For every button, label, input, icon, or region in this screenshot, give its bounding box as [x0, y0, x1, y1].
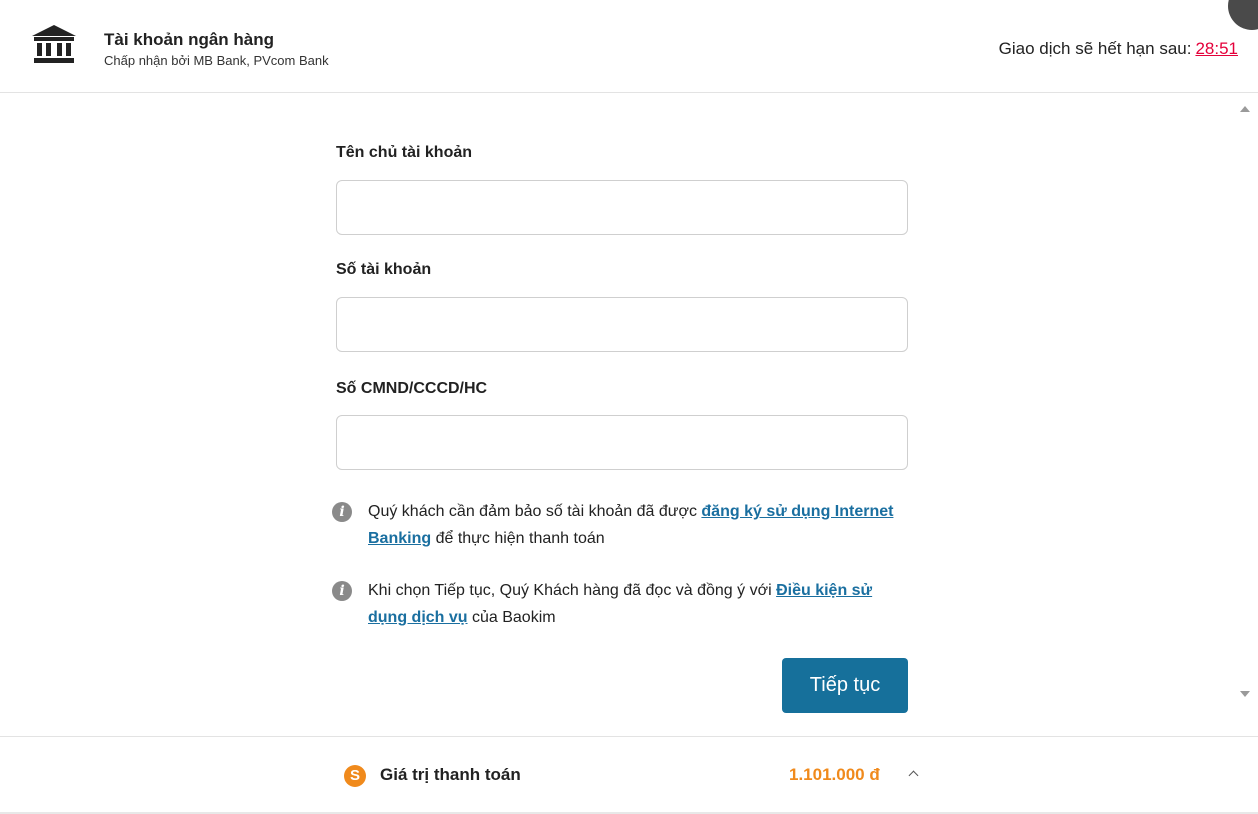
note-prefix: Khi chọn Tiếp tục, Quý Khách hàng đã đọc… — [368, 582, 777, 599]
scroll-down-arrow-icon[interactable] — [1240, 691, 1250, 697]
terms-note: i Khi chọn Tiếp tục, Quý Khách hàng đã đ… — [332, 577, 912, 631]
account-number-label: Số tài khoản — [336, 261, 432, 278]
id-number-input[interactable] — [336, 415, 908, 470]
chevron-up-icon[interactable] — [908, 770, 919, 781]
account-holder-input[interactable] — [336, 180, 908, 235]
account-holder-label: Tên chủ tài khoản — [336, 144, 473, 161]
info-icon: i — [332, 581, 352, 601]
expiry-info: Giao dịch sẽ hết hạn sau: 28:51 — [999, 39, 1238, 59]
payment-amount: 1.101.000 đ — [789, 765, 880, 784]
id-number-label: Số CMND/CCCD/HC — [336, 380, 488, 397]
payment-label: Giá trị thanh toán — [380, 765, 521, 784]
account-number-input[interactable] — [336, 297, 908, 352]
note-prefix: Quý khách cần đảm bảo số tài khoản đã đư… — [368, 503, 702, 520]
note-text: Quý khách cần đảm bảo số tài khoản đã đư… — [332, 498, 912, 552]
scroll-up-arrow-icon[interactable] — [1240, 106, 1250, 112]
bank-icon — [32, 25, 76, 63]
note-suffix: của Baokim — [467, 609, 556, 626]
header: Tài khoản ngân hàng Chấp nhận bởi MB Ban… — [0, 0, 1258, 93]
internet-banking-note: i Quý khách cần đảm bảo số tài khoản đã … — [332, 498, 912, 552]
header-title: Tài khoản ngân hàng — [104, 30, 275, 49]
note-text: Khi chọn Tiếp tục, Quý Khách hàng đã đọc… — [332, 577, 912, 631]
payment-summary-bar: S Giá trị thanh toán 1.101.000 đ — [0, 736, 1258, 814]
info-icon: i — [332, 502, 352, 522]
note-suffix: để thực hiện thanh toán — [431, 530, 605, 547]
expiry-label: Giao dịch sẽ hết hạn sau: — [998, 39, 1192, 58]
coin-icon: S — [344, 765, 366, 787]
expiry-timer[interactable]: 28:51 — [1195, 39, 1238, 58]
continue-button[interactable]: Tiếp tục — [782, 658, 908, 713]
accepted-banks: Chấp nhận bởi MB Bank, PVcom Bank — [104, 53, 329, 68]
